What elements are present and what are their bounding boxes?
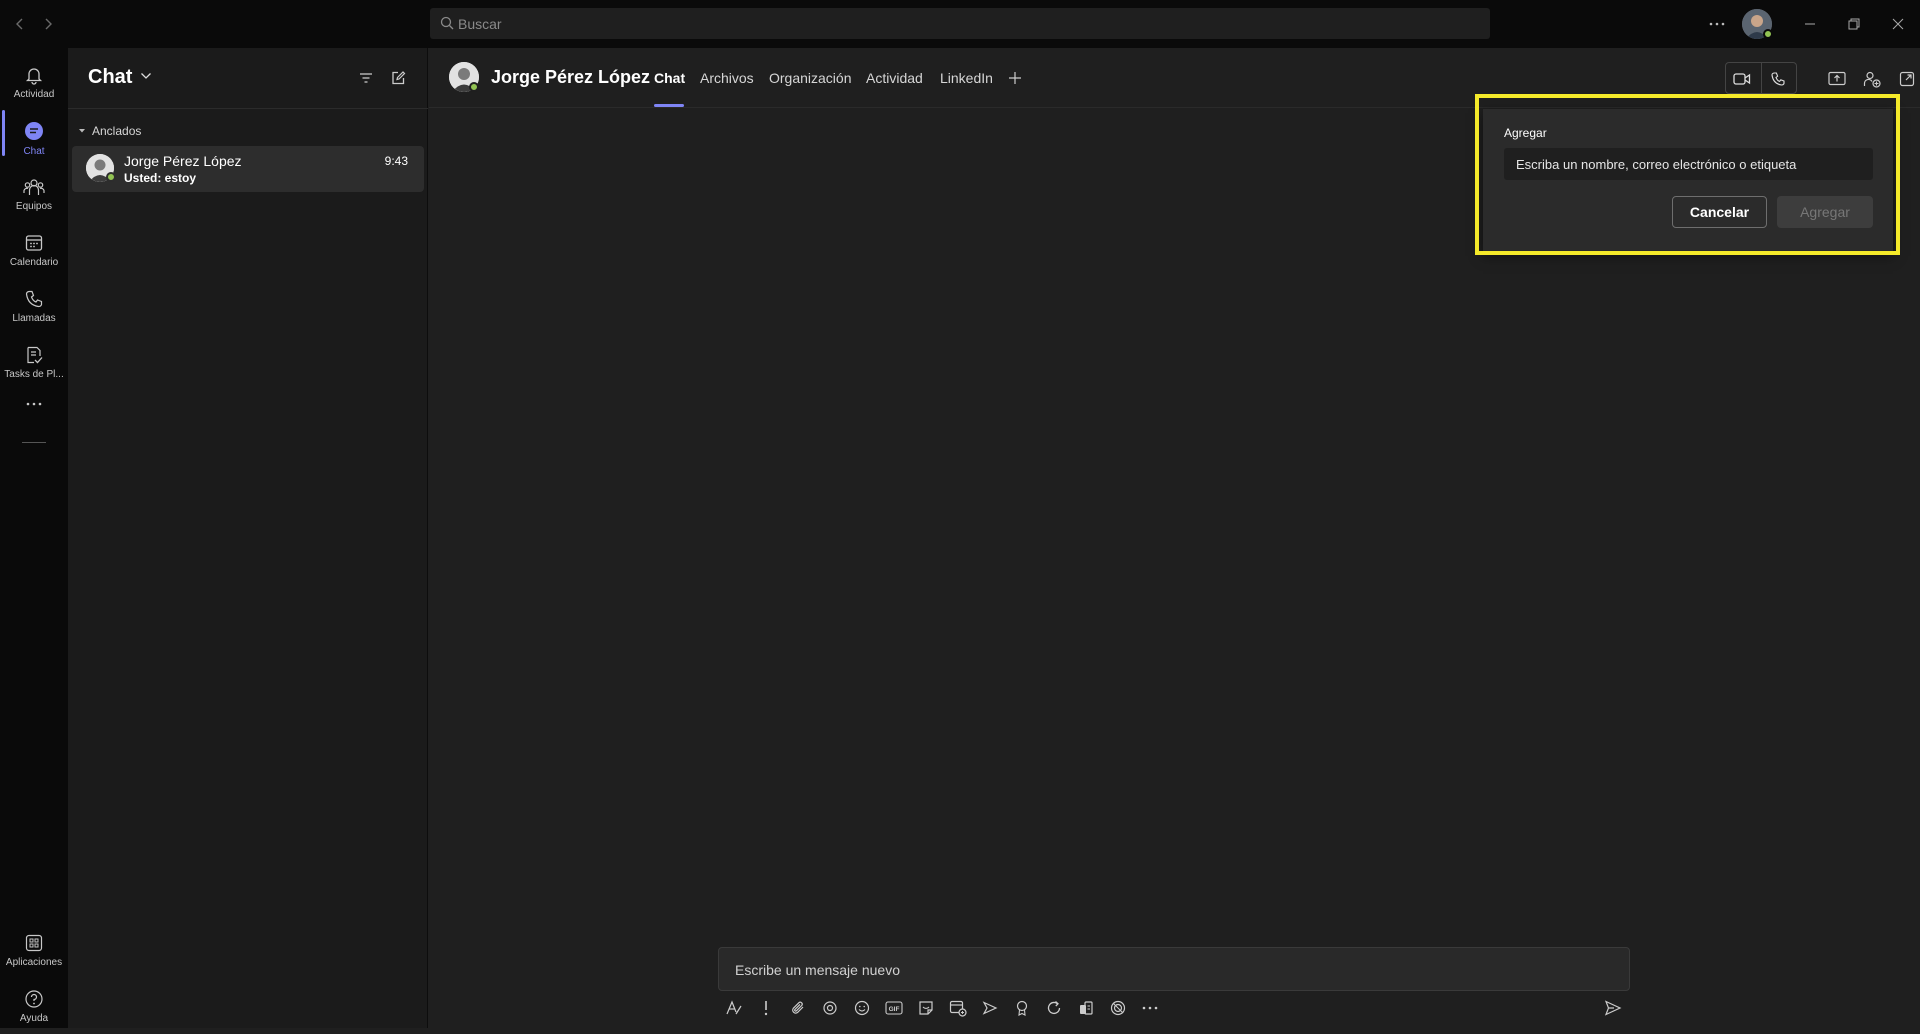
stream-icon[interactable] xyxy=(978,996,1002,1020)
svg-text:GIF: GIF xyxy=(889,1006,900,1013)
tasks-icon xyxy=(24,345,44,365)
help-icon xyxy=(24,989,44,1009)
audio-call-icon[interactable] xyxy=(1762,63,1794,95)
more-options-icon[interactable] xyxy=(1705,12,1729,36)
more-options-icon xyxy=(26,402,42,406)
praise-icon[interactable] xyxy=(1010,996,1034,1020)
search-icon xyxy=(440,16,454,30)
format-icon[interactable] xyxy=(722,996,746,1020)
back-arrow-icon[interactable] xyxy=(12,16,28,32)
close-icon[interactable] xyxy=(1886,12,1910,36)
tab-activity[interactable]: Actividad xyxy=(866,70,923,86)
presence-available-icon xyxy=(469,82,479,92)
rail-label: Equipos xyxy=(15,200,53,212)
contact-name: Jorge Pérez López xyxy=(491,67,651,87)
rail-item-chat[interactable]: Chat xyxy=(0,110,68,166)
divider xyxy=(68,108,428,109)
search-input[interactable]: Buscar xyxy=(430,8,1490,39)
forms-icon[interactable] xyxy=(1074,996,1098,1020)
teams-icon xyxy=(23,177,45,197)
rail-item-calendar[interactable]: Calendario xyxy=(0,222,68,278)
updates-icon[interactable] xyxy=(1042,996,1066,1020)
send-icon[interactable] xyxy=(1601,996,1625,1020)
pinned-section-label[interactable]: Anclados xyxy=(92,124,141,138)
rail-item-apps[interactable]: Aplicaciones xyxy=(0,922,68,978)
viva-icon[interactable] xyxy=(1106,996,1130,1020)
calendar-icon xyxy=(24,233,44,253)
gif-icon[interactable]: GIF xyxy=(882,996,906,1020)
search-placeholder: Buscar xyxy=(458,16,502,32)
active-tab-indicator xyxy=(654,104,684,107)
chat-list-panel: Chat Anclados Jorge Pérez López Usted: e… xyxy=(68,48,428,1028)
caret-down-icon[interactable] xyxy=(78,128,86,134)
app-rail: Actividad Chat Equipos Calendario Llamad… xyxy=(0,48,68,1028)
bell-icon xyxy=(24,65,44,85)
minimize-icon[interactable] xyxy=(1798,12,1822,36)
rail-item-tasks[interactable]: Tasks de Pl... xyxy=(0,334,68,390)
pop-out-icon[interactable] xyxy=(1891,63,1920,95)
rail-item-calls[interactable]: Llamadas xyxy=(0,278,68,334)
rail-item-teams[interactable]: Equipos xyxy=(0,166,68,222)
chat-name: Jorge Pérez López xyxy=(124,153,242,169)
rail-label: Tasks de Pl... xyxy=(4,368,64,380)
title-bar: Buscar xyxy=(0,0,1920,48)
forward-arrow-icon[interactable] xyxy=(40,16,56,32)
restore-icon[interactable] xyxy=(1842,12,1866,36)
rail-label: Aplicaciones xyxy=(5,956,63,968)
message-compose-box[interactable]: Escribe un mensaje nuevo xyxy=(718,947,1630,991)
loop-icon[interactable] xyxy=(818,996,842,1020)
rail-label: Calendario xyxy=(9,256,59,268)
rail-label: Actividad xyxy=(13,88,55,100)
presence-available-icon xyxy=(1763,29,1773,39)
rail-item-activity[interactable]: Actividad xyxy=(0,54,68,110)
rail-divider xyxy=(22,442,46,443)
chat-icon xyxy=(23,120,45,142)
rail-label: Chat xyxy=(23,145,45,157)
chat-preview: Usted: estoy xyxy=(124,171,197,185)
new-chat-icon[interactable] xyxy=(390,70,406,86)
apps-icon xyxy=(24,933,44,953)
filter-icon[interactable] xyxy=(358,70,374,86)
chat-time: 9:43 xyxy=(384,154,408,168)
tab-organization[interactable]: Organización xyxy=(769,70,852,86)
tab-linkedin[interactable]: LinkedIn xyxy=(940,70,993,86)
emoji-icon[interactable] xyxy=(850,996,874,1020)
rail-more-button[interactable] xyxy=(0,384,68,424)
compose-placeholder: Escribe un mensaje nuevo xyxy=(735,962,900,978)
attach-icon[interactable] xyxy=(786,996,810,1020)
phone-icon xyxy=(24,289,44,309)
chevron-down-icon[interactable] xyxy=(140,72,152,80)
list-title[interactable]: Chat xyxy=(88,66,132,89)
video-call-icon[interactable] xyxy=(1726,63,1758,95)
rail-item-help[interactable]: Ayuda xyxy=(0,978,68,1034)
rail-label: Ayuda xyxy=(19,1012,49,1024)
highlight-box xyxy=(1475,94,1900,255)
important-icon[interactable] xyxy=(754,996,778,1020)
share-screen-icon[interactable] xyxy=(1821,63,1853,95)
tab-chat[interactable]: Chat xyxy=(654,70,685,86)
schedule-meeting-icon[interactable] xyxy=(946,996,970,1020)
sticker-icon[interactable] xyxy=(914,996,938,1020)
rail-label: Llamadas xyxy=(12,312,56,324)
tab-files[interactable]: Archivos xyxy=(700,70,754,86)
chat-list-item[interactable]: Jorge Pérez López Usted: estoy 9:43 xyxy=(72,146,424,192)
add-people-icon[interactable] xyxy=(1856,63,1888,95)
more-options-icon[interactable] xyxy=(1138,996,1162,1020)
add-tab-icon[interactable] xyxy=(999,62,1031,94)
presence-available-icon xyxy=(106,172,116,182)
